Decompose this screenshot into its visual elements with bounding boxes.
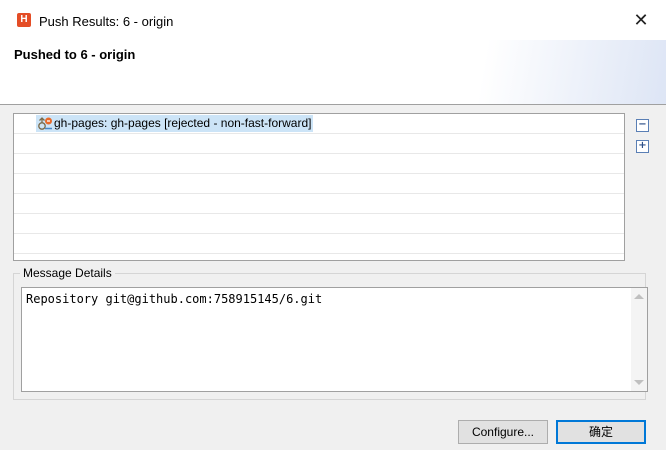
title-bar: H Push Results: 6 - origin ✕ [0,0,666,40]
tree-row [14,134,624,154]
message-details-label: Message Details [20,266,115,280]
expand-all-button[interactable]: + [636,140,649,153]
message-text: Repository git@github.com:758915145/6.gi… [26,292,323,306]
html-h-icon: H [17,13,31,27]
window-title: Push Results: 6 - origin [39,14,174,29]
branch-push-icon [36,115,54,132]
tree-row[interactable]: gh-pages: gh-pages [rejected - non-fast-… [14,114,624,134]
tree-row [14,194,624,214]
scroll-down-icon[interactable] [634,380,644,385]
collapse-all-button[interactable]: − [636,119,649,132]
ok-button[interactable]: 确定 [556,420,646,444]
header-banner: Pushed to 6 - origin [0,40,666,105]
tree-row-label: gh-pages: gh-pages [rejected - non-fast-… [54,116,312,130]
tree-row [14,214,624,234]
configure-button[interactable]: Configure... [458,420,548,444]
banner-heading: Pushed to 6 - origin [14,47,136,62]
close-button[interactable]: ✕ [626,10,656,32]
tree-row [14,174,624,194]
tree-row [14,154,624,174]
message-scrollbar[interactable] [631,288,647,391]
scroll-up-icon[interactable] [634,294,644,299]
tree-row [14,234,624,254]
tree-row-content[interactable]: gh-pages: gh-pages [rejected - non-fast-… [36,115,314,132]
push-results-tree[interactable]: gh-pages: gh-pages [rejected - non-fast-… [13,113,625,261]
message-details-textarea[interactable]: Repository git@github.com:758915145/6.gi… [21,287,648,392]
